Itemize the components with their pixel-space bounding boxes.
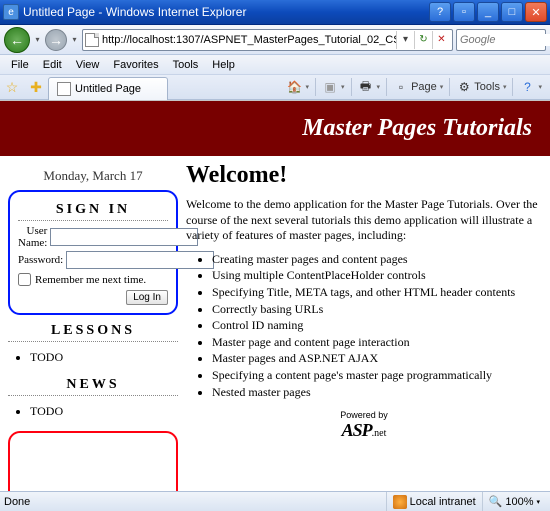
user-input[interactable] [50, 228, 198, 246]
news-title: NEWS [8, 373, 178, 396]
nav-toolbar: ← ▾ → ▾ ▾ ↻ ✕ 🔍 [0, 25, 550, 55]
print-icon: 🖶 [358, 79, 374, 95]
page-menu-button[interactable]: ▫Page▾ [389, 76, 447, 98]
menu-view[interactable]: View [69, 57, 107, 73]
page-menu-icon: ▫ [393, 79, 409, 95]
login-button[interactable]: Log In [126, 290, 168, 305]
page-icon [85, 33, 99, 47]
page-heading: Welcome! [186, 162, 542, 189]
refresh-button[interactable]: ↻ [414, 31, 432, 49]
signin-title: SIGN IN [18, 198, 168, 221]
menu-file[interactable]: File [4, 57, 36, 73]
help-button[interactable]: ? [429, 2, 451, 22]
ie-icon: e [3, 4, 19, 20]
minimize-button[interactable]: _ [477, 2, 499, 22]
feature-list: Creating master pages and content pages … [186, 252, 542, 400]
status-bar: Done Local intranet 🔍 100% ▾ [0, 491, 550, 511]
list-item: TODO [30, 404, 178, 419]
search-input[interactable] [460, 34, 550, 46]
favorites-center-icon[interactable]: ☆ [0, 79, 24, 96]
home-icon: 🏠 [287, 79, 303, 95]
rss-icon: ▣ [322, 79, 338, 95]
user-label: User Name: [18, 225, 50, 249]
print-button[interactable]: 🖶▾ [354, 76, 385, 98]
gear-icon: ⚙ [456, 79, 472, 95]
menu-tools[interactable]: Tools [166, 57, 206, 73]
main-content: Welcome! Welcome to the demo application… [186, 162, 542, 510]
remember-checkbox[interactable] [18, 273, 31, 286]
security-zone: Local intranet [386, 492, 482, 511]
address-input[interactable] [102, 34, 396, 46]
zoom-icon: 🔍 [489, 495, 503, 508]
list-item: Using multiple ContentPlaceHolder contro… [212, 268, 542, 284]
list-item: Specifying a content page's master page … [212, 368, 542, 384]
window-titlebar: e Untitled Page - Windows Internet Explo… [0, 0, 550, 25]
forward-history-dropdown[interactable]: ▾ [70, 35, 79, 44]
stop-button[interactable]: ✕ [432, 31, 450, 49]
page-banner: Master Pages Tutorials [0, 100, 550, 156]
password-label: Password: [18, 254, 66, 266]
date-display: Monday, March 17 [8, 162, 178, 190]
list-item: Nested master pages [212, 385, 542, 401]
home-button[interactable]: 🏠▾ [283, 76, 314, 98]
search-bar: 🔍 [456, 29, 546, 51]
list-item: Control ID naming [212, 318, 542, 334]
tools-menu-button[interactable]: ⚙Tools▾ [452, 76, 510, 98]
powered-by: Powered by ASP.net [186, 410, 542, 441]
zone-icon [393, 495, 407, 509]
sidebar: Monday, March 17 SIGN IN User Name: Pass… [8, 162, 178, 510]
feeds-button[interactable]: ▣▾ [318, 76, 349, 98]
signin-panel: SIGN IN User Name: Password: Remember me… [8, 190, 178, 315]
intro-paragraph: Welcome to the demo application for the … [186, 197, 542, 244]
close-button[interactable]: ✕ [525, 2, 547, 22]
help-icon: ? [519, 79, 535, 95]
maximize-button[interactable]: □ [501, 2, 523, 22]
toggle-button[interactable]: ▫ [453, 2, 475, 22]
page-viewport: Master Pages Tutorials Monday, March 17 … [0, 100, 550, 510]
browser-tab[interactable]: Untitled Page [48, 77, 168, 100]
add-favorites-icon[interactable]: ✚ [24, 79, 48, 96]
list-item: Specifying Title, META tags, and other H… [212, 285, 542, 301]
news-section: NEWS TODO [8, 373, 178, 423]
tab-page-icon [57, 82, 71, 96]
help-menu-button[interactable]: ?▾ [515, 76, 546, 98]
lessons-section: LESSONS TODO [8, 319, 178, 369]
list-item: Master pages and ASP.NET AJAX [212, 351, 542, 367]
menu-favorites[interactable]: Favorites [106, 57, 165, 73]
status-text: Done [4, 496, 30, 508]
menu-bar: File Edit View Favorites Tools Help [0, 55, 550, 75]
forward-button[interactable]: → [45, 29, 67, 51]
aspnet-logo: ASP.net [186, 420, 542, 441]
menu-help[interactable]: Help [205, 57, 242, 73]
list-item: Correctly basing URLs [212, 302, 542, 318]
list-item: TODO [30, 350, 178, 365]
back-history-dropdown[interactable]: ▾ [33, 35, 42, 44]
window-title: Untitled Page - Windows Internet Explore… [23, 5, 246, 19]
list-item: Master page and content page interaction [212, 335, 542, 351]
address-dropdown[interactable]: ▾ [396, 31, 414, 49]
tab-toolbar: ☆ ✚ Untitled Page 🏠▾ ▣▾ 🖶▾ ▫Page▾ ⚙Tools… [0, 75, 550, 100]
back-button[interactable]: ← [4, 27, 30, 53]
menu-edit[interactable]: Edit [36, 57, 69, 73]
lessons-title: LESSONS [8, 319, 178, 342]
tab-title: Untitled Page [75, 83, 141, 95]
list-item: Creating master pages and content pages [212, 252, 542, 268]
zoom-control[interactable]: 🔍 100% ▾ [482, 492, 546, 511]
address-bar: ▾ ↻ ✕ [82, 29, 453, 51]
remember-label: Remember me next time. [35, 274, 146, 286]
